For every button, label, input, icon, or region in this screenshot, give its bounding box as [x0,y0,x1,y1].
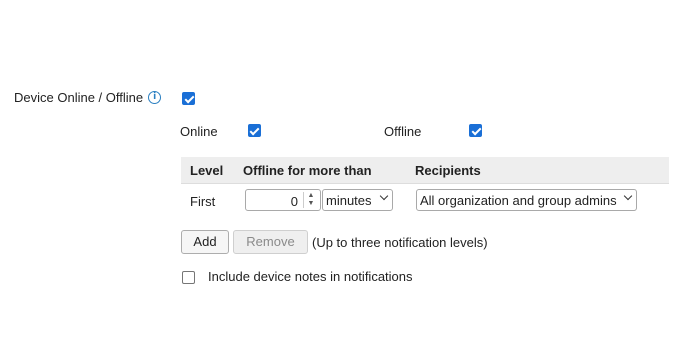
header-level: Level [190,163,224,178]
remove-level-button[interactable]: Remove [233,230,308,254]
table-header: Level Offline for more than Recipients [181,157,669,184]
include-notes-checkbox[interactable] [182,271,195,284]
unit-select-value: minutes [326,193,372,208]
device-status-checkbox[interactable] [182,92,195,105]
add-level-button[interactable]: Add [181,230,229,254]
info-icon[interactable]: i [148,91,162,104]
offline-duration-input[interactable]: 0 ▲ ▼ [245,189,321,211]
unit-select[interactable]: minutes [322,189,393,211]
recipients-select[interactable]: All organization and group admins [416,189,637,211]
levels-hint: (Up to three notification levels) [312,235,488,250]
offline-duration-value: 0 [290,194,298,209]
notification-levels-table: Level Offline for more than Recipients F… [181,157,669,218]
offline-label: Offline [384,124,422,139]
include-notes-label: Include device notes in notifications [208,269,413,284]
device-status-label: Device Online / Offline [14,90,144,105]
offline-checkbox[interactable] [469,124,483,137]
table-row: First 0 ▲ ▼ minutes All organization and … [181,184,669,218]
online-checkbox[interactable] [247,124,261,137]
header-recipients: Recipients [415,163,481,178]
device-status-label-row: Device Online / Offline i [14,90,162,105]
header-offline-for: Offline for more than [243,163,372,178]
row-level: First [190,194,216,209]
spinner-icon[interactable]: ▲ ▼ [303,192,318,208]
recipients-select-value: All organization and group admins [420,193,617,208]
chevron-down-icon [623,191,633,201]
chevron-down-icon [379,191,389,201]
online-label: Online [180,124,218,139]
